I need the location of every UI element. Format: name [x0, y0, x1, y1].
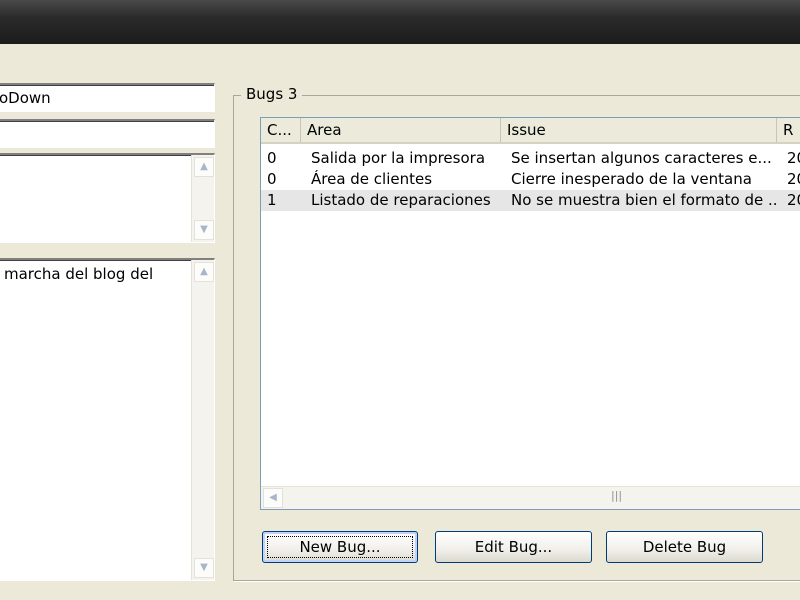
cell-r: 20: [787, 191, 800, 209]
cell-issue: No se muestra bien el formato de ...: [511, 191, 777, 209]
column-header-area[interactable]: Area: [301, 118, 501, 142]
table-row[interactable]: 1 Listado de reparaciones No se muestra …: [261, 190, 800, 211]
edit-bug-label: Edit Bug...: [474, 538, 553, 556]
notes-textarea[interactable]: marcha del blog del ▲ ▼: [0, 258, 215, 581]
cell-area: Área de clientes: [311, 170, 433, 188]
table-row[interactable]: 0 Área de clientes Cierre inesperado de …: [261, 169, 800, 190]
delete-bug-button[interactable]: Delete Bug: [606, 531, 763, 563]
scroll-down-icon[interactable]: ▼: [194, 220, 214, 240]
delete-bug-label: Delete Bug: [642, 538, 727, 556]
name-field-value: oDown: [0, 89, 51, 107]
cell-area: Salida por la impresora: [311, 149, 486, 167]
cell-c: 0: [267, 170, 277, 188]
notes-text: marcha del blog del: [4, 265, 154, 283]
bugs-listview[interactable]: C... Area Issue R 0 Salida por la impres…: [260, 117, 800, 510]
new-bug-label: New Bug...: [299, 538, 381, 556]
window-titlebar[interactable]: [0, 0, 800, 45]
cell-issue: Cierre inesperado de la ventana: [511, 170, 752, 188]
edit-bug-button[interactable]: Edit Bug...: [435, 531, 592, 563]
cell-area: Listado de reparaciones: [311, 191, 491, 209]
cell-issue: Se insertan algunos caracteres e...: [511, 149, 772, 167]
cell-r: 20: [787, 149, 800, 167]
description-vscrollbar[interactable]: ▲ ▼: [191, 155, 214, 242]
notes-vscrollbar[interactable]: ▲ ▼: [191, 260, 214, 580]
scroll-down-icon[interactable]: ▼: [194, 558, 214, 578]
cell-c: 0: [267, 149, 277, 167]
scroll-up-icon[interactable]: ▲: [194, 262, 214, 282]
column-header-c[interactable]: C...: [261, 118, 301, 142]
scroll-up-icon[interactable]: ▲: [194, 157, 214, 177]
bugs-group-title: Bugs 3: [241, 85, 303, 103]
cell-c: 1: [267, 191, 277, 209]
listview-hscrollbar[interactable]: ◀ |||: [261, 486, 800, 509]
listview-header: C... Area Issue R: [261, 118, 800, 144]
column-header-r[interactable]: R: [777, 118, 800, 142]
description-textarea[interactable]: ▲ ▼: [0, 153, 215, 243]
table-row[interactable]: 0 Salida por la impresora Se insertan al…: [261, 148, 800, 169]
scroll-left-icon[interactable]: ◀: [263, 488, 283, 508]
scrollbar-grip[interactable]: |||: [611, 489, 622, 502]
column-header-issue[interactable]: Issue: [501, 118, 777, 142]
name-field[interactable]: oDown: [0, 83, 215, 112]
new-bug-button[interactable]: New Bug...: [262, 531, 418, 563]
cell-r: 20: [787, 170, 800, 188]
text-field[interactable]: [0, 119, 215, 148]
